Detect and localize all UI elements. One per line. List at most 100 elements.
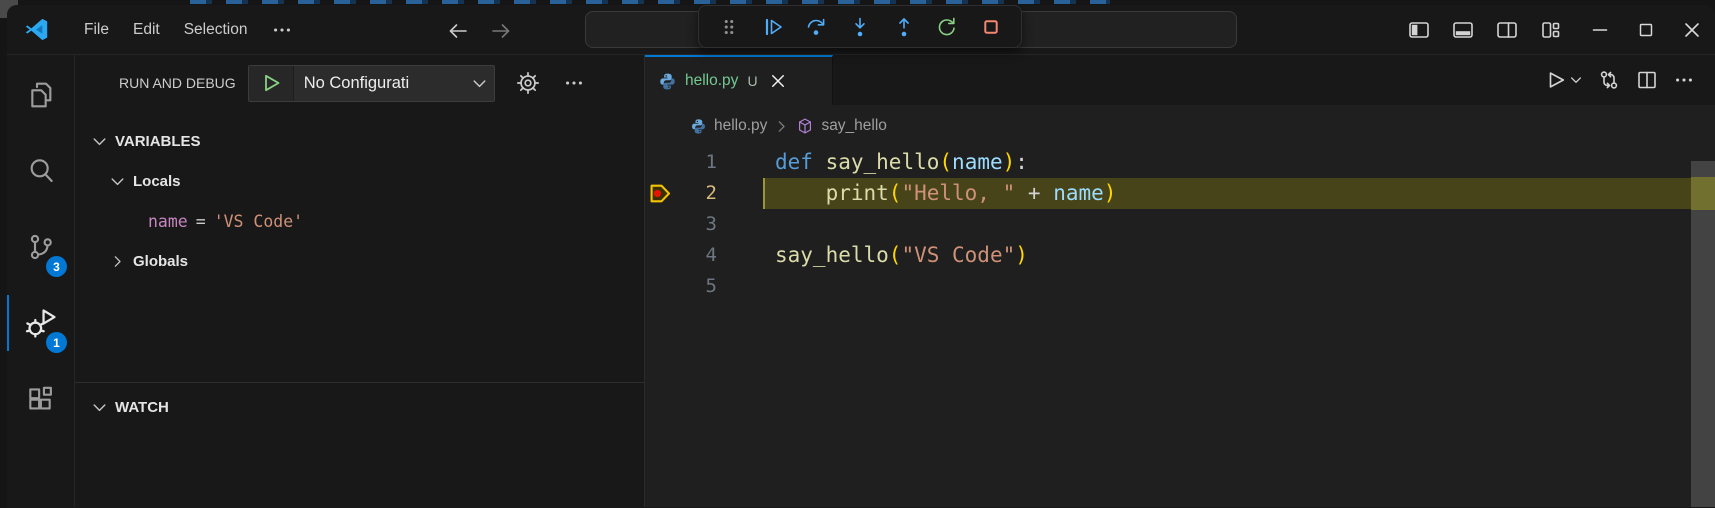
line-number: 4 [671, 240, 717, 271]
watch-section-label: WATCH [115, 399, 169, 416]
line-number: 5 [671, 271, 717, 302]
breadcrumb-file[interactable]: hello.py [714, 117, 767, 135]
toggle-primary-sidebar-icon[interactable] [1401, 12, 1437, 48]
globals-scope-row[interactable]: Globals [75, 241, 644, 281]
code-line-2-current[interactable]: 2 print("Hello, " + name) [645, 178, 1715, 209]
code-text[interactable]: say_hello("VS Code") [775, 240, 1028, 271]
section-divider [75, 382, 644, 383]
debug-configuration-label: No Configurati [304, 74, 471, 93]
tab-filename: hello.py [685, 72, 738, 90]
overview-ruler-current-line-marker [1691, 177, 1715, 210]
code-line-3[interactable]: 3 [645, 209, 1715, 240]
line-number: 3 [671, 209, 717, 240]
editor-more-actions-icon[interactable] [1673, 69, 1695, 91]
background-window-artifact [190, 0, 1110, 4]
debug-settings-gear-icon[interactable] [515, 70, 541, 96]
navigate-forward-icon[interactable] [488, 18, 514, 44]
code-text[interactable]: def say_hello(name): [775, 147, 1028, 178]
editor-scrollbar[interactable] [1691, 161, 1715, 507]
activity-search[interactable] [7, 133, 74, 209]
open-changes-icon[interactable] [1597, 68, 1621, 92]
debug-launch-control: No Configurati [248, 65, 495, 102]
debug-restart-icon[interactable] [932, 12, 962, 42]
menu-bar: File Edit Selection [72, 14, 305, 46]
python-icon [690, 118, 707, 135]
variables-tree: VARIABLES Locals name = 'VS Code' Global… [75, 121, 644, 281]
run-python-file-icon[interactable] [1545, 69, 1567, 91]
code-text[interactable]: print("Hello, " + name) [775, 178, 1116, 209]
debug-stop-icon[interactable] [976, 12, 1006, 42]
python-icon [658, 72, 677, 91]
activity-extensions[interactable] [7, 361, 74, 437]
chevron-down-icon [91, 399, 107, 415]
run-debug-sidebar: RUN AND DEBUG No Configurati VARI [75, 55, 645, 507]
run-dropdown-chevron-icon[interactable] [1569, 73, 1583, 87]
menu-overflow-icon[interactable] [259, 14, 305, 46]
activity-bar: 3 1 [7, 55, 75, 507]
tab-hello-py[interactable]: hello.py U [645, 55, 833, 105]
navigate-back-icon[interactable] [445, 18, 471, 44]
code-line-4[interactable]: 4 say_hello("VS Code") [645, 240, 1715, 271]
variable-row-name[interactable]: name = 'VS Code' [75, 201, 644, 241]
split-editor-icon[interactable] [1635, 68, 1659, 92]
sidebar-title: RUN AND DEBUG [119, 75, 236, 91]
tab-git-status-untracked: U [747, 73, 757, 89]
customize-layout-icon[interactable] [1533, 12, 1569, 48]
sidebar-more-actions-icon[interactable] [561, 70, 587, 96]
vscode-window: File Edit Selection [7, 5, 1715, 508]
variables-section-label: VARIABLES [115, 133, 201, 150]
variables-section-header[interactable]: VARIABLES [75, 121, 644, 161]
files-icon [25, 79, 57, 111]
symbol-method-icon [796, 117, 814, 135]
chevron-down-icon [109, 173, 125, 189]
tab-close-icon[interactable] [768, 71, 788, 91]
debug-toolbar-drag-handle[interactable] [714, 12, 744, 42]
window-maximize-icon[interactable] [1623, 5, 1669, 55]
chevron-right-icon [774, 119, 789, 134]
locals-scope-row[interactable]: Locals [75, 161, 644, 201]
window-close-icon[interactable] [1669, 5, 1715, 55]
start-debugging-button[interactable] [249, 66, 294, 101]
chevron-down-icon [91, 133, 107, 149]
activity-run-and-debug[interactable]: 1 [7, 285, 74, 361]
code-line-5[interactable]: 5 [645, 271, 1715, 302]
line-number: 1 [671, 147, 717, 178]
search-icon [25, 155, 57, 187]
window-minimize-icon[interactable] [1577, 5, 1623, 55]
activity-explorer[interactable] [7, 57, 74, 133]
debug-configuration-dropdown[interactable]: No Configurati [294, 66, 494, 101]
breadcrumb-symbol[interactable]: say_hello [821, 117, 887, 135]
activity-source-control[interactable]: 3 [7, 209, 74, 285]
vscode-logo-icon [23, 16, 50, 43]
menu-file[interactable]: File [72, 16, 121, 44]
toggle-panel-icon[interactable] [1445, 12, 1481, 48]
desktop-background: File Edit Selection [0, 0, 1715, 508]
sidebar-header: RUN AND DEBUG No Configurati [75, 55, 644, 111]
debug-step-out-icon[interactable] [889, 12, 919, 42]
debug-badge: 1 [46, 332, 67, 353]
debug-continue-icon[interactable] [758, 12, 788, 42]
variable-name: name [148, 212, 188, 231]
menu-edit[interactable]: Edit [121, 16, 172, 44]
globals-label: Globals [133, 253, 188, 270]
watch-section-header[interactable]: WATCH [75, 387, 644, 427]
code-line-1[interactable]: 1 def say_hello(name): [645, 147, 1715, 178]
breadcrumb: hello.py say_hello [645, 105, 1715, 147]
tab-bar: hello.py U [645, 55, 1715, 105]
debug-step-over-icon[interactable] [801, 12, 831, 42]
menu-selection[interactable]: Selection [172, 16, 260, 44]
code-editor[interactable]: 1 def say_hello(name): 2 print("Hello, "… [645, 147, 1715, 507]
debug-toolbar [698, 5, 1022, 48]
chevron-down-icon [471, 75, 488, 92]
toggle-secondary-sidebar-icon[interactable] [1489, 12, 1525, 48]
source-control-badge: 3 [46, 256, 67, 277]
extensions-icon [25, 383, 57, 415]
editor-group: hello.py U hello.py [645, 55, 1715, 507]
debug-step-into-icon[interactable] [845, 12, 875, 42]
locals-label: Locals [133, 173, 181, 190]
line-number: 2 [671, 178, 717, 209]
variable-value: 'VS Code' [214, 212, 303, 231]
chevron-right-icon [109, 253, 125, 269]
editor-actions [1531, 55, 1715, 105]
titlebar-right-controls [1401, 5, 1715, 55]
